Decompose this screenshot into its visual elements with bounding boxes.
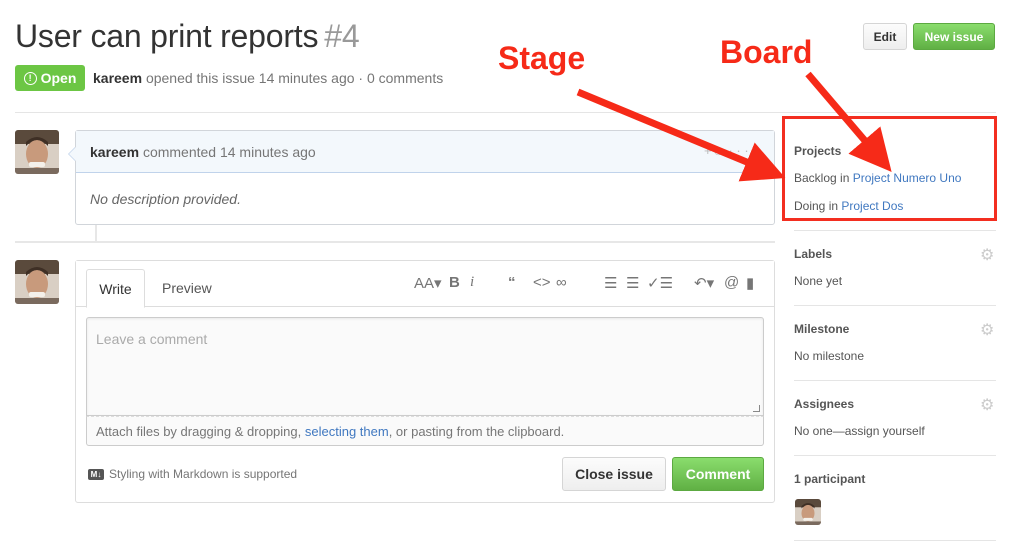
board-annotation: Board — [720, 34, 813, 70]
board-arrow — [805, 71, 892, 172]
annotation-arrows — [576, 71, 892, 182]
stage-arrow — [576, 88, 786, 182]
stage-annotation: Stage — [498, 40, 586, 76]
